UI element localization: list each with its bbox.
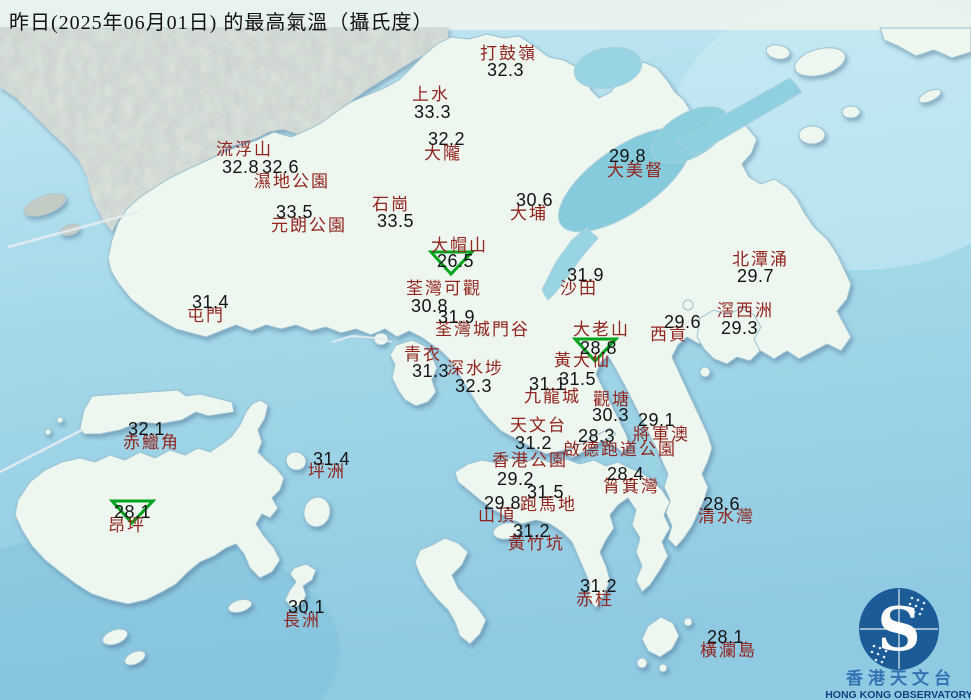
- map-title: 昨日(2025年06月01日) 的最高氣溫（攝氏度）: [9, 12, 434, 34]
- station-name: 深水埗: [447, 359, 504, 378]
- station-value: 29.3: [721, 318, 759, 338]
- station-value: 28.1: [707, 627, 745, 647]
- station-value: 29.7: [737, 266, 775, 286]
- station-value: 28.6: [703, 494, 741, 514]
- station-name: 大老山: [573, 320, 630, 339]
- station-value: 29.6: [664, 312, 702, 332]
- station-value: 28.1: [114, 502, 152, 522]
- station-name: 荃灣可觀: [406, 279, 482, 298]
- station-value: 26.5: [437, 251, 475, 271]
- station-value: 31.9: [438, 307, 476, 327]
- station-value: 33.5: [276, 202, 314, 222]
- station-name: 天文台: [510, 416, 567, 435]
- station-value: 31.2: [513, 521, 551, 541]
- station-value: 29.8: [484, 493, 522, 513]
- station-value: 28.8: [580, 338, 618, 358]
- station-value: 30.3: [592, 405, 630, 425]
- station-value: 30.1: [288, 597, 326, 617]
- station-value: 33.3: [414, 102, 452, 122]
- station-value: 31.5: [527, 482, 565, 502]
- hko-max-temp-map: S 香港天文台 HONG KONG OBSERVATORY 昨日(2025年06…: [0, 0, 971, 700]
- station-value: 31.3: [412, 361, 450, 381]
- station-value: 31.2: [580, 576, 618, 596]
- station-value: 30.6: [516, 190, 554, 210]
- station-name: 滘西洲: [717, 301, 774, 320]
- station-value: 29.1: [638, 410, 676, 430]
- station-value: 31.4: [313, 449, 351, 469]
- station-value: 32.2: [428, 129, 466, 149]
- station-value: 31.4: [192, 292, 230, 312]
- station-value: 31.9: [567, 265, 605, 285]
- station-value: 31.1: [529, 374, 567, 394]
- station-value: 32.3: [455, 376, 493, 396]
- station-value: 32.3: [487, 60, 525, 80]
- station-name: 流浮山: [216, 140, 273, 159]
- station-name: 香港公園: [492, 451, 568, 470]
- station-value: 28.4: [607, 464, 645, 484]
- station-value: 28.3: [578, 426, 616, 446]
- stations-layer: 32.3 打鼓嶺 33.3 上水 32.2 大隴 29.8 大美督 32.8 流浮山 32.6 濕地公…: [0, 0, 971, 700]
- station-value: 32.1: [128, 419, 166, 439]
- station-value: 29.8: [609, 146, 647, 166]
- station-name: 上水: [412, 85, 450, 104]
- station-value: 33.5: [377, 211, 415, 231]
- station-value: 32.8: [222, 157, 260, 177]
- station-value: 31.2: [515, 433, 553, 453]
- station-value: 32.6: [262, 157, 300, 177]
